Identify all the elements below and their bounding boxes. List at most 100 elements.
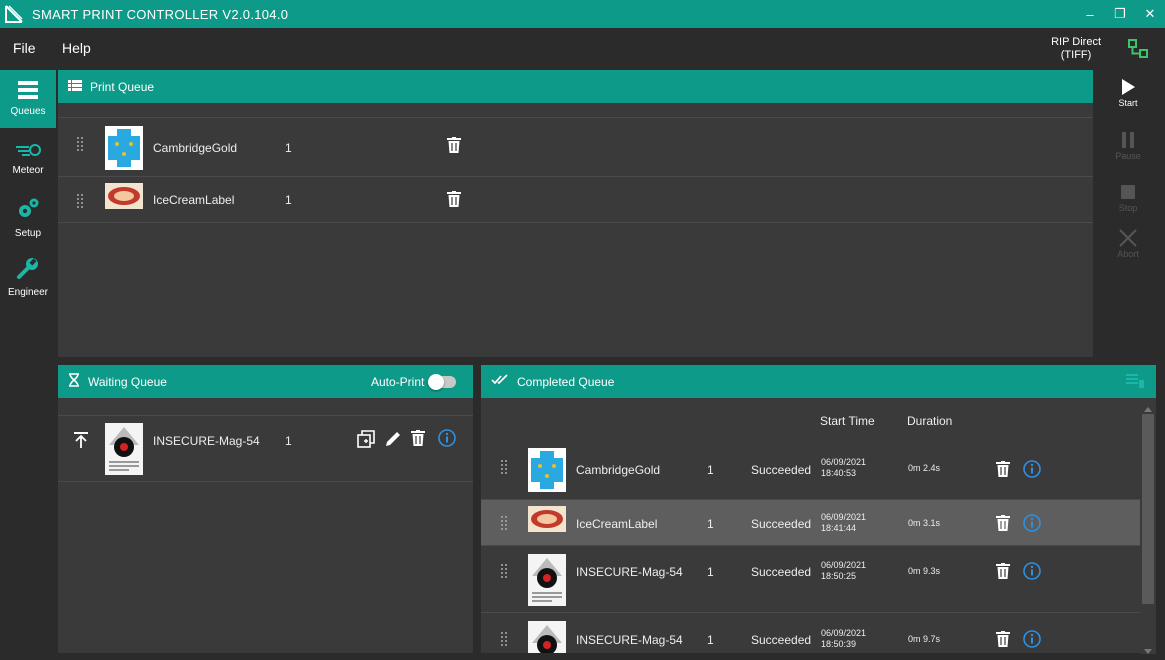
close-button[interactable]: ✕: [1135, 0, 1165, 28]
clear-list-icon[interactable]: [1126, 374, 1144, 391]
job-name: IceCreamLabel: [153, 193, 235, 207]
completed-queue-row-selected[interactable]: IceCreamLabel 1 Succeeded 06/09/2021 18:4…: [481, 500, 1140, 546]
job-start-date: 06/09/2021: [821, 512, 867, 522]
rip-mode-label: RIP Direct (TIFF): [1051, 36, 1101, 62]
trash-icon[interactable]: [996, 631, 1010, 647]
print-queue-header: Print Queue: [58, 70, 1093, 103]
trash-icon[interactable]: [996, 563, 1010, 579]
stop-label: Stop: [1118, 203, 1138, 213]
job-thumbnail: [528, 621, 566, 653]
trash-icon[interactable]: [996, 515, 1010, 531]
job-name: INSECURE-Mag-54: [576, 565, 683, 579]
job-thumbnail: [105, 183, 143, 212]
info-icon[interactable]: [1023, 460, 1041, 478]
rip-mode-line1: RIP Direct: [1051, 36, 1101, 48]
job-start-date: 06/09/2021: [821, 457, 867, 467]
trash-icon[interactable]: [411, 430, 425, 446]
job-start-clock: 18:50:39: [821, 639, 857, 649]
title-bar: SMART PRINT CONTROLLER V2.0.104.0 – ❐ ✕: [0, 0, 1165, 28]
trash-icon[interactable]: [447, 137, 461, 153]
info-icon[interactable]: [1023, 562, 1041, 580]
job-quantity: 1: [285, 434, 292, 448]
trash-icon[interactable]: [996, 461, 1010, 477]
start-button[interactable]: Start: [1102, 78, 1154, 108]
menu-help[interactable]: Help: [62, 40, 91, 56]
pause-label: Pause: [1115, 151, 1141, 161]
job-thumbnail: [105, 423, 143, 478]
meteor-icon: [14, 142, 42, 161]
list-icon: [68, 79, 82, 94]
job-name: INSECURE-Mag-54: [576, 633, 683, 647]
info-icon[interactable]: [1023, 630, 1041, 648]
job-start-date: 06/09/2021: [821, 628, 867, 638]
print-queue-title: Print Queue: [90, 79, 155, 94]
nav-meteor[interactable]: Meteor: [0, 130, 56, 188]
job-start-time: 06/09/2021 18:50:25: [821, 560, 866, 582]
job-start-time: 06/09/2021 18:50:39: [821, 628, 866, 650]
job-duration: 0m 3.1s: [908, 518, 941, 528]
scroll-down-icon[interactable]: [1144, 644, 1152, 658]
info-icon[interactable]: [1023, 514, 1041, 532]
pause-icon: [1102, 131, 1154, 151]
waiting-queue-panel: Waiting Queue Auto-Print INSECURE-Mag-54…: [58, 365, 473, 653]
job-start-clock: 18:40:53: [821, 468, 857, 478]
job-status: Succeeded: [751, 565, 812, 579]
job-start-clock: 18:50:25: [821, 571, 857, 581]
completed-queue-scrollbar[interactable]: [1140, 398, 1156, 654]
job-quantity: 1: [707, 517, 714, 531]
trash-icon[interactable]: [447, 191, 461, 207]
toggle-knob: [428, 374, 444, 390]
completed-queue-title: Completed Queue: [517, 374, 615, 389]
job-status: Succeeded: [751, 517, 812, 531]
drag-handle-icon[interactable]: [76, 193, 84, 212]
job-quantity: 1: [285, 193, 292, 207]
print-queue-row[interactable]: CambridgeGold 1: [58, 117, 1093, 177]
waiting-queue-row[interactable]: INSECURE-Mag-54 1: [58, 415, 473, 482]
duplicate-icon[interactable]: [357, 430, 375, 448]
drag-handle-icon[interactable]: [500, 563, 508, 582]
completed-queue-panel: Completed Queue Start Time Duration Camb…: [481, 365, 1156, 653]
completed-queue-row[interactable]: INSECURE-Mag-54 1 Succeeded 06/09/2021 18…: [481, 546, 1140, 613]
info-icon[interactable]: [438, 429, 456, 447]
minimize-button[interactable]: –: [1075, 0, 1105, 28]
menu-file[interactable]: File: [13, 40, 36, 56]
job-start-time: 06/09/2021 18:40:53: [821, 457, 866, 479]
drag-handle-icon[interactable]: [76, 136, 84, 155]
job-quantity: 1: [285, 141, 292, 155]
drag-handle-icon[interactable]: [500, 515, 508, 534]
completed-queue-row[interactable]: CambridgeGold 1 Succeeded 06/09/2021 18:4…: [481, 442, 1140, 500]
rip-mode-line2: (TIFF): [1060, 49, 1092, 61]
auto-print-label: Auto-Print: [371, 375, 425, 389]
network-status-icon[interactable]: [1127, 38, 1149, 63]
x-icon: [1102, 229, 1154, 249]
job-thumbnail: [528, 506, 566, 535]
pause-button[interactable]: Pause: [1102, 131, 1154, 161]
nav-setup-label: Setup: [14, 228, 42, 239]
nav-queues[interactable]: Queues: [0, 70, 56, 128]
abort-button[interactable]: Abort: [1102, 229, 1154, 259]
job-name: CambridgeGold: [576, 463, 661, 477]
drag-handle-icon[interactable]: [500, 459, 508, 478]
nav-engineer[interactable]: Engineer: [0, 248, 56, 306]
scrollbar-thumb[interactable]: [1142, 414, 1154, 604]
wrench-icon: [16, 256, 40, 283]
scroll-up-icon[interactable]: [1144, 401, 1152, 415]
waiting-queue-title: Waiting Queue: [88, 374, 167, 389]
move-to-top-icon[interactable]: [74, 432, 88, 448]
nav-engineer-label: Engineer: [7, 287, 49, 298]
auto-print-toggle[interactable]: [428, 374, 456, 390]
nav-setup[interactable]: Setup: [0, 189, 56, 247]
maximize-button[interactable]: ❐: [1105, 0, 1135, 28]
nav-queues-label: Queues: [10, 106, 46, 117]
stop-button[interactable]: Stop: [1102, 183, 1154, 213]
drag-handle-icon[interactable]: [500, 631, 508, 650]
column-duration: Duration: [907, 414, 953, 428]
job-duration: 0m 2.4s: [908, 463, 941, 473]
completed-queue-row[interactable]: INSECURE-Mag-54 1 Succeeded 06/09/2021 18…: [481, 613, 1140, 653]
pencil-icon[interactable]: [384, 430, 402, 448]
play-icon: [1102, 78, 1154, 98]
print-queue-row[interactable]: IceCreamLabel 1: [58, 177, 1093, 223]
job-quantity: 1: [707, 463, 714, 477]
job-thumbnail: [528, 448, 566, 495]
stop-icon: [1102, 183, 1154, 203]
